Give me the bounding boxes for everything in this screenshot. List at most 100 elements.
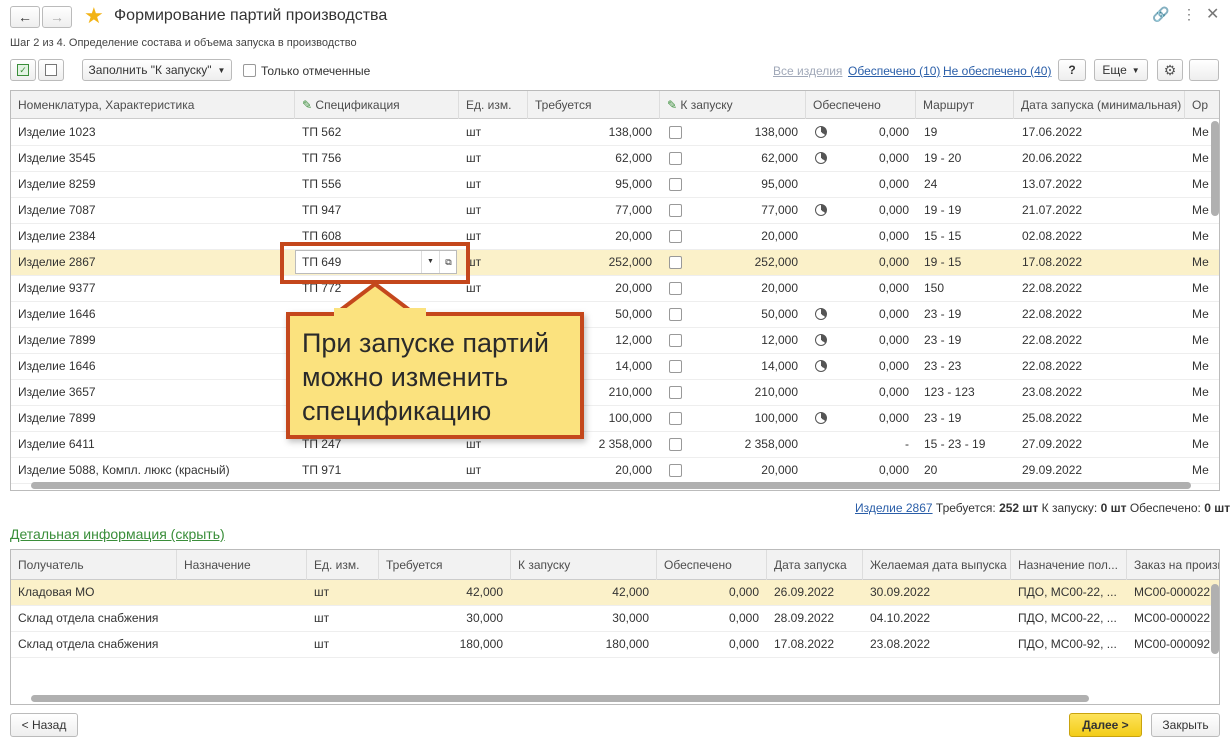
detail-vertical-scrollbar[interactable] <box>1211 584 1219 654</box>
dcell-order[interactable]: МС00-000092 от <box>1134 632 1219 658</box>
dcell-req[interactable]: 30,000 <box>379 606 503 632</box>
cell-item[interactable]: Изделие 8259 <box>18 172 288 198</box>
cell-prov[interactable]: 0,000 <box>831 120 909 146</box>
table-row[interactable]: Изделие 2867ТП 649шт252,000252,0000,0001… <box>11 250 1219 276</box>
cell-item[interactable]: Изделие 6411 <box>18 432 288 458</box>
cell-launch[interactable]: 12,000 <box>691 328 798 354</box>
launch-checkbox[interactable] <box>669 152 682 165</box>
dcell-order[interactable]: МС00-000022 от <box>1134 580 1219 606</box>
dcell-unit[interactable]: шт <box>314 580 374 606</box>
main-horizontal-scrollbar[interactable] <box>31 482 1191 489</box>
dcol-purpose[interactable]: Назначение <box>177 550 307 580</box>
cell-date[interactable]: 22.08.2022 <box>1022 302 1172 328</box>
cell-route[interactable]: 19 - 15 <box>924 250 1009 276</box>
check-all-button[interactable]: ✓ <box>10 59 36 81</box>
cell-launch[interactable]: 138,000 <box>691 120 798 146</box>
cell-unit[interactable]: шт <box>466 120 526 146</box>
cell-prov[interactable]: 0,000 <box>831 198 909 224</box>
cell-route[interactable]: 19 - 20 <box>924 146 1009 172</box>
cell-req[interactable]: 95,000 <box>528 172 652 198</box>
more-menu-icon[interactable]: ⋮ <box>1182 6 1196 23</box>
table-row[interactable]: Изделие 2384 ТП 608 шт 20,000 20,000 0,000 15 … <box>11 224 1219 250</box>
cell-unit[interactable]: шт <box>466 146 526 172</box>
launch-checkbox[interactable] <box>669 334 682 347</box>
cell-req[interactable]: 20,000 <box>528 224 652 250</box>
cell-extra[interactable]: Ме <box>1192 328 1219 354</box>
dcell-prov[interactable]: 0,000 <box>657 632 759 658</box>
cell-extra[interactable]: Ме <box>1192 302 1219 328</box>
cell-req[interactable]: 20,000 <box>528 458 652 484</box>
dcol-unit[interactable]: Ед. изм. <box>307 550 379 580</box>
launch-checkbox[interactable] <box>669 412 682 425</box>
cell-date[interactable]: 20.06.2022 <box>1022 146 1172 172</box>
cell-prov[interactable]: 0,000 <box>831 380 909 406</box>
not-provided-link[interactable]: Не обеспечено (40) <box>943 64 1051 78</box>
main-vertical-scrollbar[interactable] <box>1211 121 1219 216</box>
cell-unit[interactable]: шт <box>466 224 526 250</box>
cell-date[interactable]: 22.08.2022 <box>1022 354 1172 380</box>
dcell-assign[interactable]: ПДО, МС00-92, ... <box>1018 632 1123 658</box>
cell-item[interactable]: Изделие 7087 <box>18 198 288 224</box>
cell-date[interactable]: 22.08.2022 <box>1022 328 1172 354</box>
cell-route[interactable]: 19 - 19 <box>924 198 1009 224</box>
col-req[interactable]: Требуется <box>528 91 660 119</box>
cell-prov[interactable]: 0,000 <box>831 354 909 380</box>
back-nav-button[interactable]: ← <box>10 6 40 28</box>
dcell-date[interactable]: 28.09.2022 <box>774 606 859 632</box>
provided-link[interactable]: Обеспечено (10) <box>848 64 940 78</box>
cell-route[interactable]: 150 <box>924 276 1009 302</box>
table-row[interactable]: Изделие 8259 ТП 556 шт 95,000 95,000 0,000 24 1… <box>11 172 1219 198</box>
cell-spec[interactable]: ТП 971 <box>302 458 452 484</box>
cell-date[interactable]: 29.09.2022 <box>1022 458 1172 484</box>
dcell-req[interactable]: 42,000 <box>379 580 503 606</box>
table-row[interactable]: Изделие 9377 ТП 772 шт 20,000 20,000 0,000 150… <box>11 276 1219 302</box>
col-spec[interactable]: ✎ Спецификация <box>295 91 459 119</box>
dcol-assign[interactable]: Назначение пол... <box>1011 550 1127 580</box>
launch-checkbox[interactable] <box>669 230 682 243</box>
cell-prov[interactable]: 0,000 <box>831 224 909 250</box>
cell-extra[interactable]: Ме <box>1192 380 1219 406</box>
cell-extra[interactable]: Ме <box>1192 250 1219 276</box>
dcell-purpose[interactable] <box>184 580 304 606</box>
next-button[interactable]: Далее > <box>1069 713 1142 737</box>
col-route[interactable]: Маршрут <box>916 91 1014 119</box>
cell-req[interactable]: 62,000 <box>528 146 652 172</box>
cell-spec[interactable]: ТП 556 <box>302 172 452 198</box>
more-button[interactable]: Еще ▼ <box>1094 59 1148 81</box>
table-row[interactable]: Изделие 7899 12,000 12,000 0,000 23 - 19 22.0… <box>11 328 1219 354</box>
dcell-prov[interactable]: 0,000 <box>657 580 759 606</box>
cell-prov[interactable]: 0,000 <box>831 458 909 484</box>
dcol-req[interactable]: Требуется <box>379 550 511 580</box>
launch-checkbox[interactable] <box>669 360 682 373</box>
cell-extra[interactable]: Ме <box>1192 354 1219 380</box>
cell-route[interactable]: 23 - 19 <box>924 302 1009 328</box>
cell-date[interactable]: 02.08.2022 <box>1022 224 1172 250</box>
launch-checkbox[interactable] <box>669 178 682 191</box>
favorite-star-icon[interactable]: ★ <box>84 3 104 29</box>
table-row[interactable]: Изделие 1023 ТП 562 шт 138,000 138,000 0,000 1… <box>11 120 1219 146</box>
table-row[interactable]: Изделие 1646 50,000 50,000 0,000 23 - 19 22.0… <box>11 302 1219 328</box>
dcol-date[interactable]: Дата запуска <box>767 550 863 580</box>
dcell-recipient[interactable]: Склад отдела снабжения <box>18 632 173 658</box>
cell-launch[interactable]: 62,000 <box>691 146 798 172</box>
cell-launch[interactable]: 100,000 <box>691 406 798 432</box>
table-row[interactable]: Изделие 7087 ТП 947 шт 77,000 77,000 0,000 19 … <box>11 198 1219 224</box>
dcell-purpose[interactable] <box>184 606 304 632</box>
dcol-wish[interactable]: Желаемая дата выпуска <box>863 550 1011 580</box>
cell-req[interactable]: 138,000 <box>528 120 652 146</box>
settings-button[interactable]: ⚙ <box>1157 59 1183 81</box>
cell-unit[interactable]: шт <box>466 276 526 302</box>
cell-route[interactable]: 123 - 123 <box>924 380 1009 406</box>
cell-date[interactable]: 17.08.2022 <box>1022 250 1172 276</box>
cell-item[interactable]: Изделие 1646 <box>18 302 288 328</box>
col-launch[interactable]: ✎ К запуску <box>660 91 806 119</box>
uncheck-all-button[interactable] <box>38 59 64 81</box>
col-date[interactable]: Дата запуска (минимальная) <box>1014 91 1185 119</box>
cell-item[interactable]: Изделие 7899 <box>18 328 288 354</box>
launch-checkbox[interactable] <box>669 386 682 399</box>
cell-date[interactable]: 23.08.2022 <box>1022 380 1172 406</box>
cell-req[interactable]: 252,000 <box>528 250 652 276</box>
dcell-launch[interactable]: 180,000 <box>511 632 649 658</box>
cell-launch[interactable]: 50,000 <box>691 302 798 328</box>
dcol-launch[interactable]: К запуску <box>511 550 657 580</box>
